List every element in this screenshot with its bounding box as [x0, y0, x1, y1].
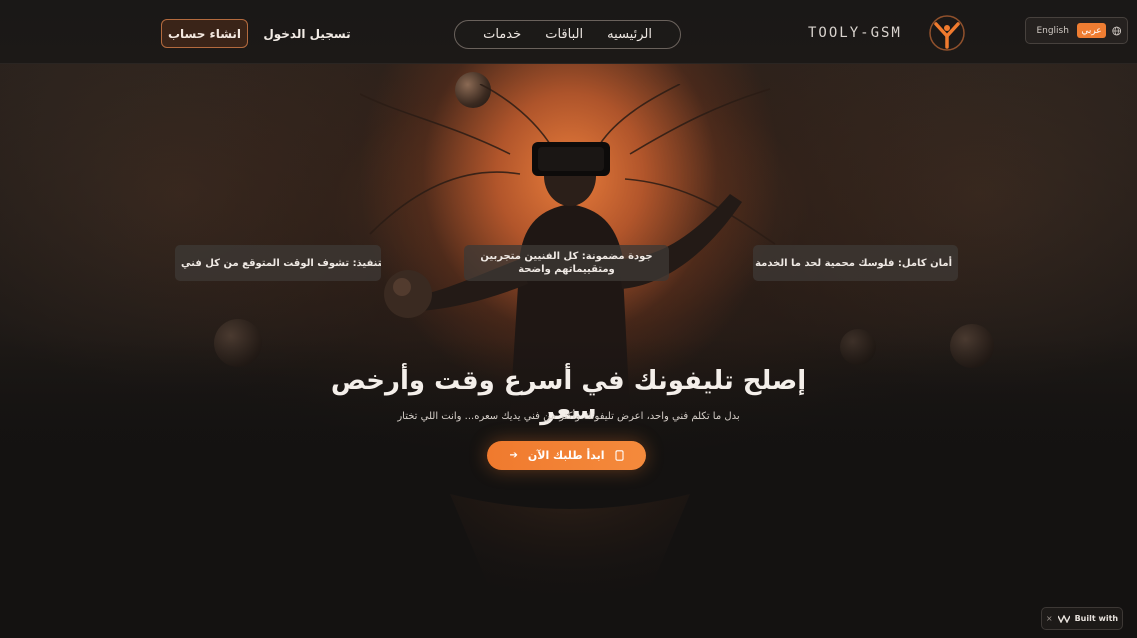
feature-card-speed: سرعة في التنفيذ: تشوف الوقت المتوقع من ك…	[175, 245, 381, 281]
lang-option-arabic[interactable]: عربي	[1077, 23, 1106, 38]
built-with-label: Built with	[1074, 614, 1119, 623]
main-nav: الرئيسيه الباقات خدمات	[454, 20, 681, 49]
hero-subtitle: بدل ما تكلم فني واحد، اعرض تليفونك وأكتر…	[397, 411, 740, 422]
lang-option-english[interactable]: English	[1032, 26, 1073, 36]
hero-title: إصلح تليفونك في أسرع وقت وأرخص سعر	[330, 366, 807, 426]
landing-page: انشاء حساب تسجيل الدخول الرئيسيه الباقات…	[0, 0, 1137, 638]
phone-icon	[614, 450, 624, 461]
login-button[interactable]: تسجيل الدخول	[262, 23, 352, 45]
feature-card-quality: جودة مضمونة: كل الفنيين متجربين ومتقييما…	[464, 245, 669, 281]
close-icon[interactable]: ×	[1046, 614, 1053, 623]
nav-item-packages[interactable]: الباقات	[545, 27, 583, 42]
logo-icon	[1057, 614, 1070, 623]
hero-background-image	[0, 64, 1137, 638]
start-order-button[interactable]: ➔ ابدأ طلبك الآن	[487, 441, 646, 470]
brand-name[interactable]: TOOLY-GSM	[808, 24, 920, 42]
brand-logo-icon[interactable]	[928, 14, 966, 52]
globe-icon	[1111, 26, 1121, 35]
arrow-left-icon: ➔	[509, 450, 518, 461]
nav-item-services[interactable]: خدمات	[483, 27, 521, 42]
signup-button[interactable]: انشاء حساب	[161, 19, 248, 48]
language-switcher: English عربي	[1025, 17, 1128, 44]
feature-card-safety: أمان كامل: فلوسك محمية لحد ما الخدمة تتم	[753, 245, 958, 281]
built-with-badge[interactable]: × Built with	[1041, 607, 1123, 630]
nav-item-home[interactable]: الرئيسيه	[607, 27, 652, 42]
cta-label: ابدأ طلبك الآن	[527, 449, 605, 462]
site-header: انشاء حساب تسجيل الدخول الرئيسيه الباقات…	[0, 0, 1137, 64]
